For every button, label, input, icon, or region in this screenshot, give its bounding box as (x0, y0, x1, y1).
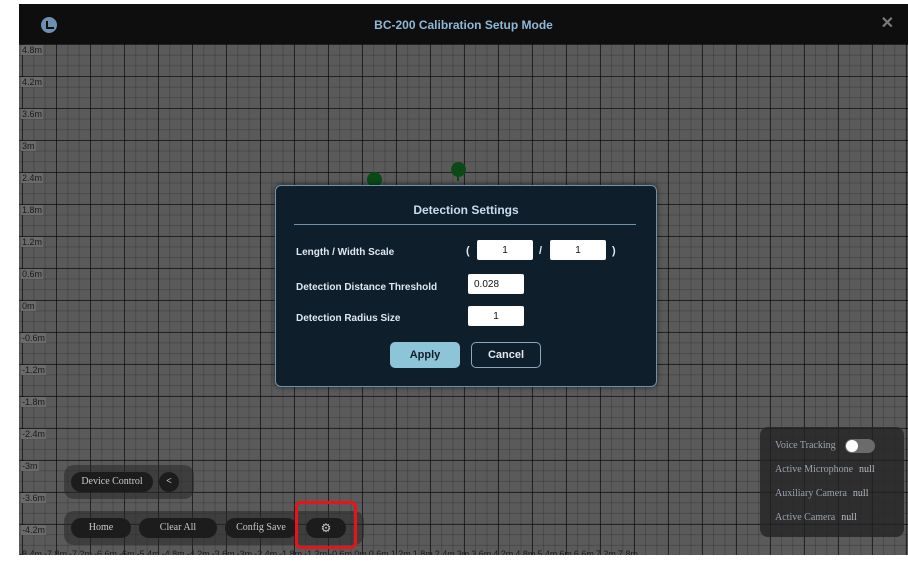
x-axis-tick-label: -2.4m (254, 549, 278, 555)
y-axis-tick-label: 0.6m (21, 269, 44, 279)
y-axis-tick-label: -0.6m (21, 333, 47, 343)
width-scale-input[interactable] (550, 240, 606, 260)
clear-all-button[interactable]: Clear All (139, 518, 217, 538)
active-camera-row: Active Camera null (775, 512, 857, 523)
radius-size-label: Detection Radius Size (296, 313, 401, 324)
collapse-chevron-icon[interactable]: < (159, 472, 179, 492)
x-axis-tick-label: 7.2m (595, 549, 616, 555)
active-microphone-row: Active Microphone null (775, 464, 875, 475)
auxiliary-camera-label: Auxiliary Camera (775, 488, 847, 499)
x-axis-tick-label: 1.2m (390, 549, 411, 555)
close-paren: ) (612, 245, 616, 257)
x-axis-tick-label: -5.4m (136, 549, 160, 555)
x-axis-tick-label: 7.8m (617, 549, 638, 555)
x-axis-tick-label: 1.8m (412, 549, 433, 555)
voice-tracking-toggle[interactable] (845, 439, 875, 453)
active-camera-label: Active Camera (775, 512, 836, 523)
y-axis-tick-label: 4.8m (21, 45, 44, 55)
title-bar: BC-200 Calibration Setup Mode ✕ (19, 4, 908, 44)
active-microphone-label: Active Microphone (775, 464, 854, 475)
length-scale-input[interactable] (477, 240, 533, 260)
window-title: BC-200 Calibration Setup Mode (374, 18, 553, 32)
config-save-button[interactable]: Config Save (225, 518, 297, 538)
y-axis-tick-label: -3m (21, 461, 39, 471)
close-icon[interactable]: ✕ (881, 15, 894, 33)
y-axis-tick-label: 1.8m (21, 205, 44, 215)
x-axis-tick-label: -1.8m (279, 549, 303, 555)
y-axis-tick-label: -2.4m (21, 429, 47, 439)
distance-threshold-input[interactable] (468, 274, 524, 294)
x-axis-tick-label: 0.6m (368, 549, 389, 555)
x-axis-tick-label: -6m (119, 549, 135, 555)
voice-tracking-label: Voice Tracking (775, 440, 836, 451)
radius-size-input[interactable] (468, 306, 524, 326)
dialog-title: Detection Settings (413, 203, 519, 217)
x-axis-tick-label: -8.4m (19, 549, 43, 555)
y-axis-tick-label: 3m (21, 141, 36, 151)
dialog-divider (294, 224, 636, 225)
voice-tracking-panel: Voice Tracking Active Microphone null Aux… (760, 427, 904, 537)
app-window: BC-200 Calibration Setup Mode ✕ 4.8m 4.2m… (19, 4, 908, 555)
x-axis-tick-label: 3m (456, 549, 470, 555)
device-marker[interactable] (451, 162, 466, 181)
device-control-button[interactable]: Device Control (71, 472, 153, 492)
active-camera-value: null (841, 512, 857, 523)
x-axis-tick-label: 4.8m (515, 549, 536, 555)
home-button[interactable]: Home (71, 518, 131, 538)
x-axis-tick-label: 0m (354, 549, 367, 555)
y-axis-tick-label: -1.8m (21, 397, 47, 407)
detection-settings-dialog: Detection Settings Length / Width Scale … (275, 185, 657, 387)
screenshot-frame: BC-200 Calibration Setup Mode ✕ 4.8m 4.2m… (0, 0, 908, 563)
x-axis-tick-label: 2.4m (434, 549, 455, 555)
x-axis-tick-label: 6.6m (573, 549, 594, 555)
x-axis-tick-label: 6m (559, 549, 572, 555)
y-axis-tick-label: -3.6m (21, 493, 47, 503)
y-axis-tick-label: 2.4m (21, 173, 44, 183)
y-axis-tick-label: -1.2m (21, 365, 47, 375)
x-axis-labels: -8.4m -7.8m -7.2m -6.6m -6m -5.4m -4.8m -4.2m -3… (19, 544, 908, 555)
active-microphone-value: null (859, 464, 875, 475)
x-axis-tick-label: 4.2m (493, 549, 514, 555)
x-axis-tick-label: -4.2m (186, 549, 210, 555)
auxiliary-camera-value: null (852, 488, 869, 499)
length-width-scale-label: Length / Width Scale (296, 247, 395, 258)
device-control-panel: Device Control < (64, 465, 194, 499)
x-axis-tick-label: -6.6m (94, 549, 118, 555)
cancel-button[interactable]: Cancel (471, 342, 541, 368)
y-axis-tick-label: 3.6m (21, 109, 44, 119)
x-axis-tick-label: -4.8m (161, 549, 185, 555)
y-axis-tick-label: 1.2m (21, 237, 44, 247)
x-axis-tick-label: -7.2m (69, 549, 93, 555)
distance-threshold-label: Detection Distance Threshold (296, 282, 438, 293)
y-axis-tick-label: 0m (21, 301, 36, 311)
apply-button[interactable]: Apply (390, 342, 460, 368)
x-axis-tick-label: -7.8m (44, 549, 68, 555)
x-axis-tick-label: -3m (236, 549, 253, 555)
open-paren: ( (466, 245, 470, 257)
y-axis-tick-label: 4.2m (21, 77, 44, 87)
y-axis-tick-label: -4.2m (21, 525, 47, 535)
x-axis-tick-label: 5.4m (537, 549, 558, 555)
auxiliary-camera-row: Auxiliary Camera null (775, 488, 868, 499)
x-axis-tick-label: -0.6m (329, 549, 353, 555)
scale-separator: / (539, 245, 543, 257)
x-axis-tick-label: 3.6m (471, 549, 492, 555)
settings-highlight-box (295, 501, 357, 549)
x-axis-tick-label: -3.6m (211, 549, 235, 555)
x-axis-tick-label: -1.2m (304, 549, 328, 555)
voice-tracking-row: Voice Tracking (775, 440, 836, 451)
